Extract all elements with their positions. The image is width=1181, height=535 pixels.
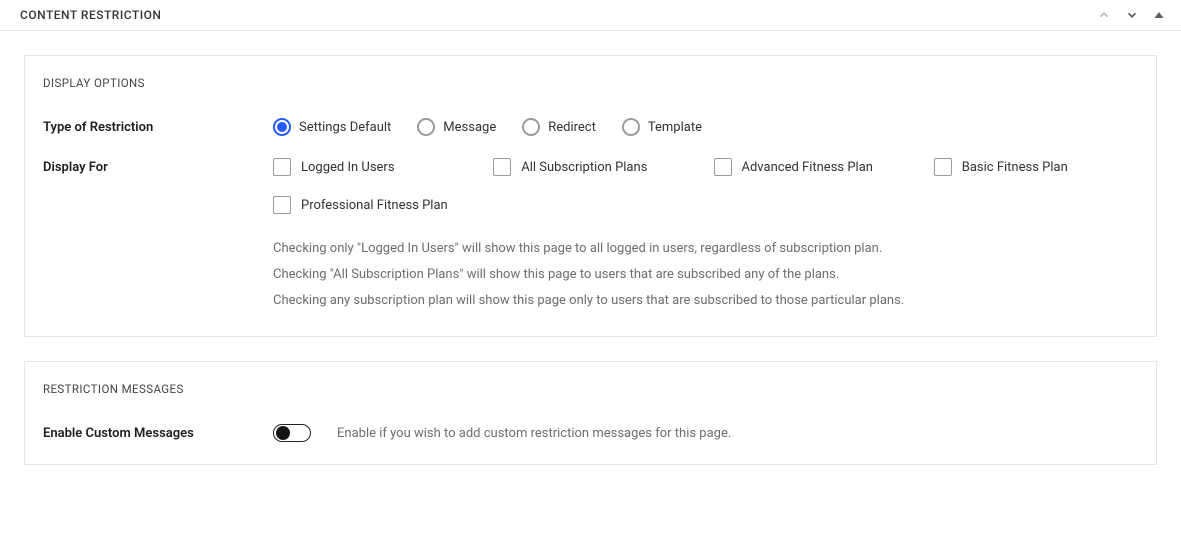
display-options-title: DISPLAY OPTIONS bbox=[43, 76, 1138, 90]
radio-settings-default[interactable]: Settings Default bbox=[273, 118, 391, 136]
checkbox-logged-in-users[interactable]: Logged In Users bbox=[273, 158, 477, 176]
checkbox-label: Advanced Fitness Plan bbox=[742, 160, 873, 175]
move-up-icon[interactable] bbox=[1097, 8, 1111, 22]
checkbox-label: Logged In Users bbox=[301, 160, 395, 175]
radio-label: Message bbox=[443, 120, 496, 135]
type-of-restriction-radios: Settings Default Message Redirect Templa… bbox=[273, 118, 1138, 136]
enable-custom-messages-row: Enable Custom Messages Enable if you wis… bbox=[43, 424, 1138, 442]
panel-header: CONTENT RESTRICTION bbox=[0, 0, 1181, 31]
checkbox-icon bbox=[493, 158, 511, 176]
radio-template[interactable]: Template bbox=[622, 118, 702, 136]
checkbox-basic-fitness-plan[interactable]: Basic Fitness Plan bbox=[934, 158, 1138, 176]
checkbox-label: Basic Fitness Plan bbox=[962, 160, 1068, 175]
radio-icon bbox=[522, 118, 540, 136]
checkbox-professional-fitness-plan[interactable]: Professional Fitness Plan bbox=[273, 196, 477, 214]
panel-title: CONTENT RESTRICTION bbox=[20, 8, 161, 22]
panel-body: DISPLAY OPTIONS Type of Restriction Sett… bbox=[0, 31, 1181, 513]
checkbox-advanced-fitness-plan[interactable]: Advanced Fitness Plan bbox=[714, 158, 918, 176]
type-of-restriction-label: Type of Restriction bbox=[43, 118, 273, 135]
checkbox-icon bbox=[273, 158, 291, 176]
radio-message[interactable]: Message bbox=[417, 118, 496, 136]
type-of-restriction-row: Type of Restriction Settings Default Mes… bbox=[43, 118, 1138, 136]
enable-custom-messages-toggle[interactable] bbox=[273, 424, 311, 442]
checkbox-icon bbox=[714, 158, 732, 176]
radio-redirect[interactable]: Redirect bbox=[522, 118, 596, 136]
help-line: Checking any subscription plan will show… bbox=[273, 288, 1138, 314]
radio-icon bbox=[622, 118, 640, 136]
restriction-messages-title: RESTRICTION MESSAGES bbox=[43, 382, 1138, 396]
display-for-checkboxes: Logged In Users All Subscription Plans A… bbox=[273, 158, 1138, 214]
checkbox-label: Professional Fitness Plan bbox=[301, 198, 448, 213]
display-for-label: Display For bbox=[43, 158, 273, 175]
collapse-icon[interactable] bbox=[1153, 9, 1165, 21]
enable-custom-messages-label: Enable Custom Messages bbox=[43, 426, 273, 441]
radio-label: Settings Default bbox=[299, 120, 391, 135]
checkbox-icon bbox=[934, 158, 952, 176]
display-options-card: DISPLAY OPTIONS Type of Restriction Sett… bbox=[24, 55, 1157, 337]
checkbox-label: All Subscription Plans bbox=[521, 160, 647, 175]
display-for-help: Checking only "Logged In Users" will sho… bbox=[273, 236, 1138, 314]
display-for-content: Logged In Users All Subscription Plans A… bbox=[273, 158, 1138, 314]
radio-icon bbox=[273, 118, 291, 136]
toggle-knob bbox=[276, 426, 290, 440]
panel-controls bbox=[1097, 8, 1171, 22]
enable-custom-messages-desc: Enable if you wish to add custom restric… bbox=[337, 426, 731, 441]
move-down-icon[interactable] bbox=[1125, 8, 1139, 22]
radio-label: Redirect bbox=[548, 120, 596, 135]
radio-label: Template bbox=[648, 120, 702, 135]
restriction-messages-card: RESTRICTION MESSAGES Enable Custom Messa… bbox=[24, 361, 1157, 465]
display-for-row: Display For Logged In Users All Subscrip… bbox=[43, 158, 1138, 314]
help-line: Checking "All Subscription Plans" will s… bbox=[273, 262, 1138, 288]
checkbox-all-subscription-plans[interactable]: All Subscription Plans bbox=[493, 158, 697, 176]
checkbox-icon bbox=[273, 196, 291, 214]
radio-icon bbox=[417, 118, 435, 136]
help-line: Checking only "Logged In Users" will sho… bbox=[273, 236, 1138, 262]
